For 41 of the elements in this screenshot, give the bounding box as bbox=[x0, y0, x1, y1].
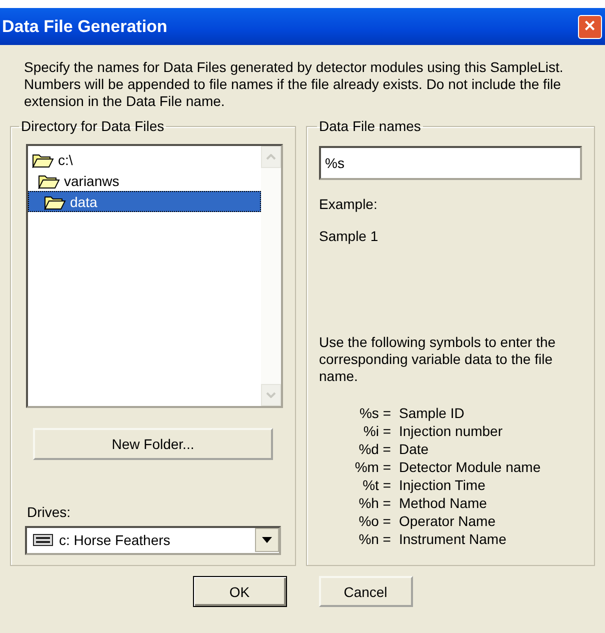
symbol-code: %s = bbox=[358, 405, 391, 422]
scroll-up-icon[interactable] bbox=[266, 154, 276, 160]
symbol-meaning: Instrument Name bbox=[399, 531, 508, 548]
example-text: Sample 1 bbox=[319, 228, 380, 244]
symbol-code: %o = bbox=[358, 513, 391, 530]
close-button[interactable]: ✕ bbox=[578, 14, 602, 38]
symbol-code: %i = bbox=[362, 423, 391, 440]
help-text: Use the following symbols to enter the corresponding variable data to the file name. bbox=[319, 334, 557, 385]
symbol-code: %t = bbox=[362, 477, 391, 494]
folder-item[interactable]: varianws bbox=[28, 170, 261, 191]
folder-icon bbox=[32, 152, 54, 168]
symbol-meaning: Operator Name bbox=[399, 513, 496, 530]
new-folder-button[interactable]: New Folder... bbox=[33, 428, 273, 460]
description-text: Specify the names for Data Files generated by detector modules using this SampleList. Numbers will be appended to file names if the file already exists. Do not include the file extension in the Data File name. bbox=[24, 59, 564, 110]
symbol-code: %d = bbox=[358, 441, 391, 458]
group-label: Directory for Data Files bbox=[20, 118, 166, 134]
window-title: Data File Generation bbox=[2, 16, 168, 36]
cancel-button[interactable]: Cancel bbox=[318, 576, 412, 607]
file-name-field[interactable]: %s bbox=[319, 146, 582, 180]
drive-dropdown[interactable]: c: Horse Feathers bbox=[25, 526, 281, 555]
symbol-meaning: Sample ID bbox=[399, 405, 466, 422]
dropdown-arrow-icon[interactable] bbox=[262, 537, 272, 544]
folder-item[interactable]: c:\ bbox=[28, 149, 261, 170]
drives-label: Drives: bbox=[27, 504, 72, 520]
ok-button[interactable]: OK bbox=[192, 576, 286, 607]
symbol-code: %m = bbox=[354, 459, 391, 476]
symbol-meaning: Injection number bbox=[399, 423, 504, 440]
folder-icon bbox=[44, 194, 66, 210]
symbol-meaning: Injection Time bbox=[399, 477, 486, 494]
example-label: Example: bbox=[319, 196, 378, 212]
symbol-meaning: Detector Module name bbox=[399, 459, 542, 476]
folder-item[interactable]: data bbox=[28, 191, 261, 212]
symbol-code: %h = bbox=[358, 495, 391, 512]
folder-icon bbox=[38, 172, 60, 188]
scroll-bar[interactable] bbox=[261, 146, 281, 406]
symbol-meaning: Date bbox=[399, 441, 430, 458]
drive-icon bbox=[33, 534, 53, 546]
scroll-down-icon[interactable] bbox=[266, 392, 276, 398]
symbol-meaning: Method Name bbox=[399, 495, 488, 512]
symbol-code: %n = bbox=[358, 531, 391, 548]
group-label: Data File names bbox=[318, 118, 422, 134]
